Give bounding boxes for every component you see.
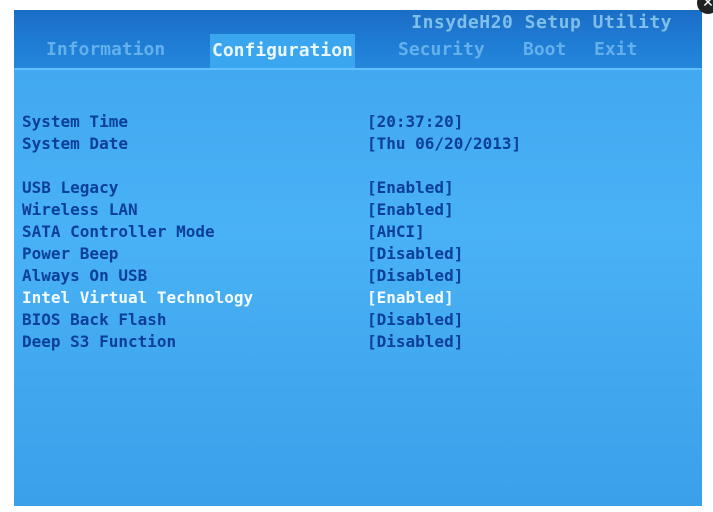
setting-label: SATA Controller Mode <box>22 222 215 241</box>
setting-system-date[interactable]: System Date [Thu 06/20/2013] <box>22 134 682 156</box>
tab-boot[interactable]: Boot <box>523 39 566 60</box>
setting-system-time[interactable]: System Time [20:37:20] <box>22 112 682 134</box>
settings-panel: System Time [20:37:20] System Date [Thu … <box>14 68 702 506</box>
setting-label: System Date <box>22 134 128 153</box>
setting-wireless-lan[interactable]: Wireless LAN [Enabled] <box>22 200 682 222</box>
setting-usb-legacy[interactable]: USB Legacy [Enabled] <box>22 178 682 200</box>
bios-screen: InsydeH20 Setup Utility Information Conf… <box>14 10 702 506</box>
setting-label: System Time <box>22 112 128 131</box>
setting-intel-virtual-technology[interactable]: Intel Virtual Technology [Enabled] <box>22 288 682 310</box>
setting-label: Wireless LAN <box>22 200 138 219</box>
setting-label: Power Beep <box>22 244 119 263</box>
setting-label: BIOS Back Flash <box>22 310 167 329</box>
setting-value[interactable]: [Disabled] <box>367 244 463 263</box>
setting-value[interactable]: [AHCI] <box>367 222 425 241</box>
setting-value[interactable]: [Thu 06/20/2013] <box>367 134 521 153</box>
setting-bios-back-flash[interactable]: BIOS Back Flash [Disabled] <box>22 310 682 332</box>
setting-value[interactable]: [Enabled] <box>367 178 454 197</box>
tab-security[interactable]: Security <box>398 39 485 60</box>
setting-label: Intel Virtual Technology <box>22 288 254 307</box>
tab-configuration[interactable]: Configuration <box>210 34 355 68</box>
setting-value[interactable]: [Enabled] <box>367 288 454 307</box>
setting-label: USB Legacy <box>22 178 119 197</box>
setting-value[interactable]: [Disabled] <box>367 266 463 285</box>
tab-exit[interactable]: Exit <box>594 39 637 60</box>
setting-always-on-usb[interactable]: Always On USB [Disabled] <box>22 266 682 288</box>
setting-value[interactable]: [20:37:20] <box>367 112 463 131</box>
setting-value[interactable]: [Disabled] <box>367 310 463 329</box>
setting-label: Deep S3 Function <box>22 332 177 351</box>
tab-information[interactable]: Information <box>46 39 165 60</box>
setting-power-beep[interactable]: Power Beep [Disabled] <box>22 244 682 266</box>
setting-value[interactable]: [Disabled] <box>367 332 463 351</box>
setting-deep-s3-function[interactable]: Deep S3 Function [Disabled] <box>22 332 682 354</box>
setting-label: Always On USB <box>22 266 148 285</box>
app-title: InsydeH20 Setup Utility <box>411 12 672 33</box>
setting-value[interactable]: [Enabled] <box>367 200 454 219</box>
setting-sata-controller-mode[interactable]: SATA Controller Mode [AHCI] <box>22 222 682 244</box>
